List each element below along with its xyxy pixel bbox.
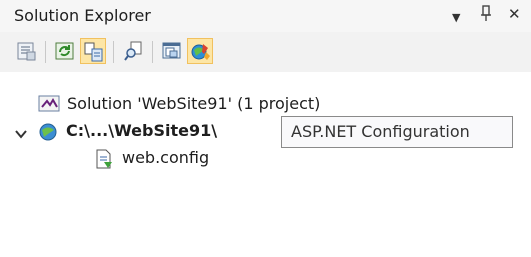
search-find-icon <box>124 41 142 61</box>
dropdown-arrow-icon[interactable]: ▼ <box>452 8 460 28</box>
refresh-button[interactable] <box>52 38 78 64</box>
aspnet-configuration-button[interactable] <box>187 38 213 64</box>
website-project-icon <box>37 122 59 149</box>
tree-item-label: C:\...\WebSite91\ <box>66 121 218 140</box>
panel-title: Solution Explorer <box>14 6 151 25</box>
tree-item-file[interactable]: web.config <box>94 146 244 170</box>
copy-website-button[interactable] <box>159 38 185 64</box>
tree-item-label: Solution 'WebSite91' (1 project) <box>67 94 321 113</box>
nest-related-files-button[interactable] <box>80 38 106 64</box>
toolbar-separator <box>152 41 153 63</box>
solution-explorer-titlebar: Solution Explorer ▼ ✕ <box>0 0 531 33</box>
tree-item-label: web.config <box>122 148 210 167</box>
chevron-down-icon[interactable] <box>14 124 28 148</box>
copy-website-icon <box>162 42 181 59</box>
solution-icon <box>38 95 60 120</box>
close-icon[interactable]: ✕ <box>508 4 521 24</box>
properties-icon <box>17 42 36 61</box>
toolbar-separator <box>113 41 114 63</box>
nest-files-icon <box>84 42 103 62</box>
solution-explorer-toolbar <box>0 32 531 73</box>
tree-item-solution[interactable]: Solution 'WebSite91' (1 project) <box>38 92 398 116</box>
solution-tree: Solution 'WebSite91' (1 project) C:\...\… <box>0 72 531 257</box>
pin-icon[interactable] <box>480 4 492 27</box>
config-file-icon <box>94 149 114 176</box>
tree-item-project[interactable]: C:\...\WebSite91\ <box>14 119 284 143</box>
toolbar-separator <box>45 41 46 63</box>
refresh-icon <box>55 42 74 60</box>
view-class-diagram-button[interactable] <box>121 38 147 64</box>
aspnet-configuration-icon <box>191 44 210 60</box>
properties-button[interactable] <box>14 38 40 64</box>
tooltip: ASP.NET Configuration <box>281 116 513 148</box>
